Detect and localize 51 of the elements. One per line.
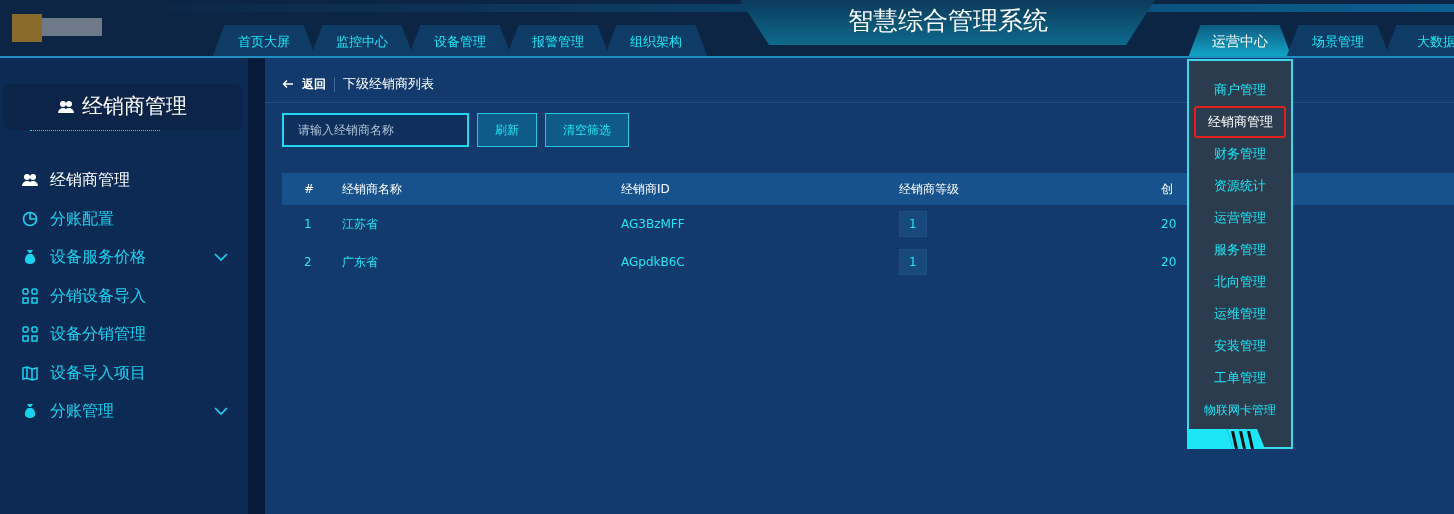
menu-item[interactable]: 运维管理 bbox=[1194, 298, 1286, 330]
menu-item[interactable]: 服务管理 bbox=[1194, 234, 1286, 266]
map-icon bbox=[22, 364, 38, 381]
level-badge: 1 bbox=[899, 249, 927, 275]
sidebar-item[interactable]: 分销设备导入 bbox=[0, 276, 248, 315]
level-badge: 1 bbox=[899, 211, 927, 237]
table-cell: 20 bbox=[1161, 217, 1177, 231]
search-field[interactable]: 请输入经销商名称 bbox=[282, 113, 469, 147]
column-header: 经销商ID bbox=[609, 173, 887, 205]
users-icon bbox=[22, 172, 38, 189]
menu-item[interactable]: 安装管理 bbox=[1194, 330, 1286, 362]
table-cell: AGpdkB6C bbox=[621, 255, 685, 269]
table-cell: AG3BzMFF bbox=[621, 217, 685, 231]
grid-icon bbox=[22, 287, 38, 304]
table-cell: 2 bbox=[304, 255, 312, 269]
money-bag-icon bbox=[22, 403, 38, 420]
app-title: 智慧综合管理系统 bbox=[740, 0, 1155, 45]
menu-item[interactable]: 物联网卡管理 bbox=[1191, 394, 1289, 426]
menu-item[interactable]: 经销商管理 bbox=[1194, 106, 1286, 138]
pie-chart-icon bbox=[22, 210, 38, 227]
menu-item[interactable]: 财务管理 bbox=[1194, 138, 1286, 170]
column-header: 经销商等级 bbox=[887, 173, 1149, 205]
page-title: 下级经销商列表 bbox=[343, 75, 434, 94]
sidebar-item[interactable]: 分账配置 bbox=[0, 199, 248, 238]
sidebar-item[interactable]: 设备导入项目 bbox=[0, 353, 248, 392]
sidebar-item[interactable]: 分账管理 bbox=[0, 392, 248, 431]
sidebar-item[interactable]: 经销商管理 bbox=[0, 161, 248, 200]
chevron-down-icon bbox=[214, 252, 228, 263]
table-cell: 江苏省 bbox=[342, 217, 378, 231]
back-arrow-icon bbox=[282, 79, 294, 89]
table-cell: 1 bbox=[304, 217, 312, 231]
sidebar-item[interactable]: 设备服务价格 bbox=[0, 238, 248, 277]
menu-item[interactable]: 资源统计 bbox=[1194, 170, 1286, 202]
sidebar-title: 经销商管理 bbox=[82, 93, 187, 121]
grid-icon bbox=[22, 326, 38, 343]
toolbar-button[interactable]: 清空筛选 bbox=[545, 113, 629, 147]
money-bag-icon bbox=[22, 249, 38, 266]
sidebar-item[interactable]: 设备分销管理 bbox=[0, 315, 248, 354]
menu-item[interactable]: 工单管理 bbox=[1194, 362, 1286, 394]
back-link[interactable]: 返回 bbox=[302, 75, 326, 93]
chevron-down-icon bbox=[214, 406, 228, 417]
nav-tab[interactable]: 组织架构 bbox=[604, 25, 708, 56]
menu-item[interactable]: 北向管理 bbox=[1194, 266, 1286, 298]
column-header: # bbox=[282, 173, 330, 205]
column-header: 经销商名称 bbox=[330, 173, 609, 205]
toolbar-button[interactable]: 刷新 bbox=[477, 113, 537, 147]
table-cell: 广东省 bbox=[342, 255, 378, 269]
users-icon bbox=[58, 99, 74, 115]
menu-item[interactable]: 商户管理 bbox=[1194, 74, 1286, 106]
table-cell: 20 bbox=[1161, 255, 1177, 269]
menu-item[interactable]: 运营管理 bbox=[1194, 202, 1286, 234]
